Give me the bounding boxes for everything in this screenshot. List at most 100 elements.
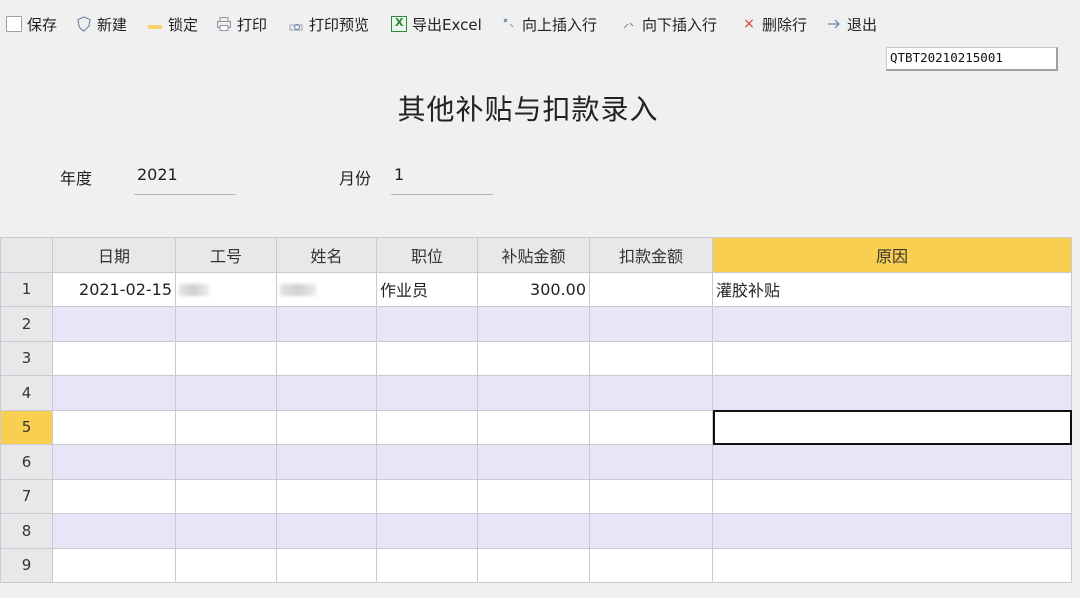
reason-cell[interactable] [712,375,1072,411]
position-cell[interactable] [376,547,478,583]
employee-id-cell[interactable] [175,306,277,342]
name-cell[interactable] [276,306,377,342]
row-number[interactable]: 6 [0,444,53,480]
deduction-cell[interactable] [589,513,713,549]
position-cell[interactable] [376,409,478,445]
subsidy-cell[interactable] [477,478,590,514]
reason-cell[interactable] [712,513,1072,549]
row-number[interactable]: 9 [0,547,53,583]
row-number[interactable]: 1 [0,271,53,307]
deduction-cell[interactable] [589,444,713,480]
reason-cell[interactable] [712,444,1072,480]
employee-id-cell[interactable] [175,513,277,549]
reason-cell[interactable] [712,478,1072,514]
name-cell[interactable] [276,340,377,376]
name-cell[interactable] [276,409,377,445]
delete-row-button[interactable]: × 删除行 [741,11,807,37]
year-field[interactable]: 2021 [134,163,236,195]
name-cell[interactable] [276,271,377,307]
name-cell[interactable] [276,444,377,480]
date-cell[interactable] [52,306,176,342]
subsidy-cell[interactable] [477,547,590,583]
employee-id-cell[interactable] [175,340,277,376]
month-field[interactable]: 1 [391,163,493,195]
form-number-field[interactable]: QTBT20210215001 [886,47,1058,71]
column-header-employee-id[interactable]: 工号 [175,237,277,273]
print-button[interactable]: 打印 [216,11,267,37]
name-cell[interactable] [276,478,377,514]
lock-button[interactable]: 锁定 [147,11,198,37]
employee-id-cell[interactable] [175,271,277,307]
deduction-cell[interactable] [589,340,713,376]
employee-id-cell[interactable] [175,375,277,411]
export-excel-button[interactable]: 导出Excel [391,11,482,37]
reason-cell-selected[interactable] [712,409,1072,445]
position-cell[interactable] [376,444,478,480]
column-header-name[interactable]: 姓名 [276,237,377,273]
save-icon [6,16,22,32]
row-number[interactable]: 4 [0,375,53,411]
new-icon [76,16,92,32]
date-cell[interactable] [52,478,176,514]
reason-cell[interactable]: 灌胶补贴 [712,271,1072,307]
deduction-cell[interactable] [589,306,713,342]
column-header-reason[interactable]: 原因 [712,237,1072,273]
date-cell[interactable] [52,409,176,445]
date-cell[interactable] [52,444,176,480]
row-number-active[interactable]: 5 [0,409,53,445]
date-cell[interactable] [52,340,176,376]
name-cell[interactable] [276,375,377,411]
print-preview-button[interactable]: 打印预览 [288,11,369,37]
row-number[interactable]: 3 [0,340,53,376]
print-icon [216,16,232,32]
deduction-cell[interactable] [589,409,713,445]
date-cell[interactable] [52,547,176,583]
date-cell[interactable] [52,513,176,549]
position-cell[interactable] [376,513,478,549]
employee-id-cell[interactable] [175,444,277,480]
exit-button[interactable]: 退出 [826,11,877,37]
table-row: 3 [0,340,1072,376]
subsidy-cell[interactable] [477,513,590,549]
subsidy-cell[interactable] [477,375,590,411]
reason-cell[interactable] [712,547,1072,583]
position-cell[interactable] [376,306,478,342]
lock-label: 锁定 [168,15,199,34]
employee-id-cell[interactable] [175,409,277,445]
subsidy-cell[interactable] [477,306,590,342]
reason-cell[interactable] [712,340,1072,376]
deduction-cell[interactable] [589,547,713,583]
column-header-date[interactable]: 日期 [52,237,176,273]
name-cell[interactable] [276,513,377,549]
insert-row-below-button[interactable]: 向下插入行 [621,11,717,37]
date-cell[interactable] [52,375,176,411]
position-cell[interactable] [376,340,478,376]
deduction-cell[interactable] [589,271,713,307]
reason-cell[interactable] [712,306,1072,342]
subsidy-cell[interactable]: 300.00 [477,271,590,307]
insert-row-above-button[interactable]: 向上插入行 [501,11,597,37]
save-button[interactable]: 保存 [6,11,57,37]
table-row: 6 [0,444,1072,480]
subsidy-cell[interactable] [477,409,590,445]
subsidy-cell[interactable] [477,444,590,480]
row-number[interactable]: 7 [0,478,53,514]
position-cell[interactable] [376,478,478,514]
row-number[interactable]: 8 [0,513,53,549]
employee-id-cell[interactable] [175,478,277,514]
row-number[interactable]: 2 [0,306,53,342]
position-cell[interactable] [376,375,478,411]
column-header-position[interactable]: 职位 [376,237,478,273]
column-header-deduction[interactable]: 扣款金额 [589,237,713,273]
deduction-cell[interactable] [589,375,713,411]
name-cell[interactable] [276,547,377,583]
employee-id-cell[interactable] [175,547,277,583]
date-cell[interactable]: 2021-02-15 [52,271,176,307]
new-button[interactable]: 新建 [76,11,127,37]
table-row: 5 [0,409,1072,445]
column-header-subsidy[interactable]: 补贴金额 [477,237,590,273]
deduction-cell[interactable] [589,478,713,514]
position-cell[interactable]: 作业员 [376,271,478,307]
new-label: 新建 [97,15,128,34]
subsidy-cell[interactable] [477,340,590,376]
